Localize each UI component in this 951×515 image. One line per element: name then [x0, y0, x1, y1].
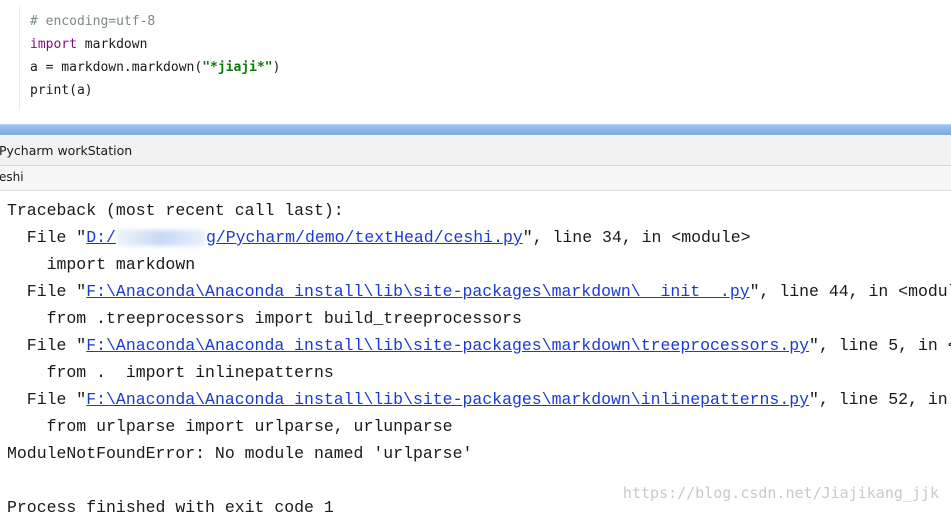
file-prefix: File " [7, 228, 87, 247]
code-line-4: print(a) [30, 83, 93, 98]
redacted-path [116, 229, 205, 246]
traceback-code-line-2: from .treeprocessors import build_treepr… [7, 309, 522, 328]
console-title: Pycharm workStation [0, 143, 133, 158]
traceback-file-line-1: File "D:/ g/Pycharm/demo/textHead/ceshi.p… [7, 224, 751, 251]
traceback-file-line-4: File "F:\Anaconda\Anaconda_install\lib\s… [7, 386, 951, 413]
file-link-init[interactable]: F:\Anaconda\Anaconda_install\lib\site-pa… [86, 282, 749, 301]
string-literal: "*jiaji*" [202, 60, 273, 75]
traceback-file-line-2: File "F:\Anaconda\Anaconda_install\lib\s… [7, 278, 951, 305]
file-link-treeprocessors[interactable]: F:\Anaconda\Anaconda_install\lib\site-pa… [86, 336, 809, 355]
file-prefix: File " [7, 390, 87, 409]
file-suffix: ", line 5, in <module> [809, 336, 951, 355]
file-path-end: g/Pycharm/demo/textHead/ceshi.py [205, 228, 523, 247]
traceback-code-line-3: from . import inlinepatterns [7, 363, 334, 382]
traceback-code-line-1: import markdown [7, 255, 196, 274]
traceback-header: Traceback (most recent call last): [7, 201, 344, 220]
file-suffix: ", line 34, in <module> [522, 228, 751, 247]
exit-status: Process finished with exit code 1 [7, 498, 334, 515]
file-prefix: File " [7, 282, 87, 301]
run-tab-ceshi[interactable]: eshi [0, 170, 24, 184]
code-editor[interactable]: # encoding=utf-8 import markdown a = mar… [0, 0, 951, 125]
module-name: markdown [76, 37, 148, 52]
code-line-1: # encoding=utf-8 [30, 14, 156, 29]
file-suffix: ", line 44, in <module> [749, 282, 951, 301]
watermark-url: https://blog.csdn.net/Jiajikang_jjk [622, 484, 939, 502]
code-line-3: a = markdown.markdown("*jiaji*") [30, 58, 280, 78]
file-suffix: ", line 52, in <module> [809, 390, 948, 409]
file-link-inlinepatterns[interactable]: F:\Anaconda\Anaconda_install\lib\site-pa… [86, 390, 809, 409]
run-console-output[interactable]: Traceback (most recent call last): File … [0, 191, 951, 515]
console-title-bar: Pycharm workStation [0, 135, 951, 166]
assignment-expr: a = markdown.markdown( [30, 60, 203, 75]
traceback-code-line-4: from urlparse import urlparse, urlunpars… [7, 417, 453, 436]
close-paren: ) [272, 60, 281, 75]
code-line-2: import markdown [30, 35, 147, 55]
keyword-import: import [30, 37, 77, 52]
traceback-file-line-3: File "F:\Anaconda\Anaconda_install\lib\s… [7, 332, 951, 359]
file-link-ceshi[interactable]: D:/ g/Pycharm/demo/textHead/ceshi.py [86, 228, 523, 247]
file-prefix: File " [7, 336, 87, 355]
file-path-start: D:/ [86, 228, 116, 247]
error-message: ModuleNotFoundError: No module named 'ur… [7, 444, 473, 463]
indent-guide [19, 6, 20, 110]
console-tab-bar: eshi [0, 166, 951, 191]
